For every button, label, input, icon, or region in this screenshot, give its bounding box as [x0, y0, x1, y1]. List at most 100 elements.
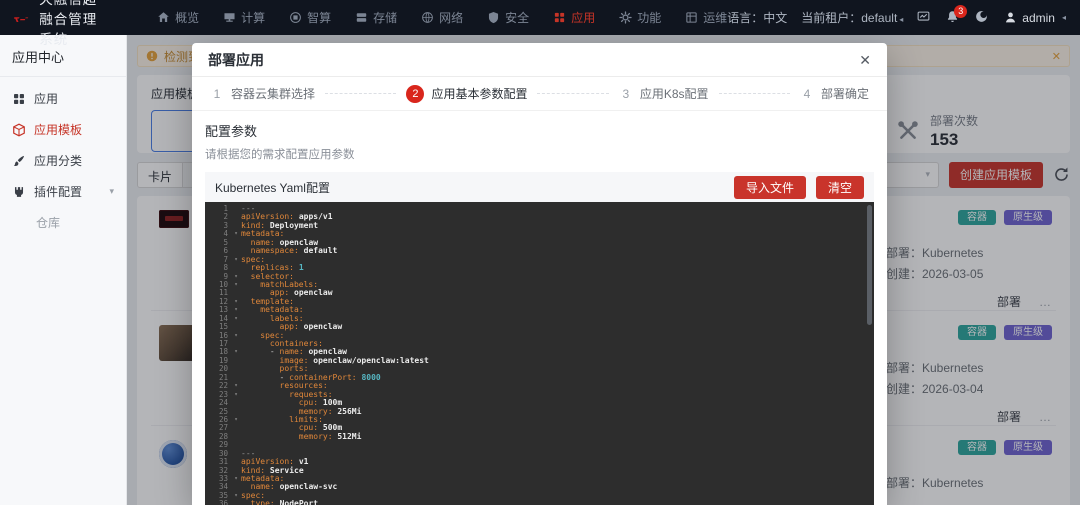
code-line: 34 name: openclaw-svc [205, 483, 874, 491]
topbar-right: 语言：中文 当前租户：default◂ 3 admin ◂ [727, 9, 1066, 26]
top-nav: 概览 计算 智算 存储 网络 安全 应用 功能 运维 [157, 9, 727, 26]
dashboard-icon [917, 10, 930, 23]
fold-icon [231, 374, 241, 382]
fold-icon [231, 467, 241, 475]
step-connector [719, 93, 790, 94]
nav-item-label: 概览 [175, 9, 199, 26]
moon-icon [975, 10, 988, 23]
fold-icon[interactable]: ▾ [231, 492, 241, 500]
monitor-icon [223, 11, 236, 24]
home-icon [157, 11, 170, 24]
step-number: 2 [406, 85, 424, 103]
fold-icon [231, 408, 241, 416]
modal-header: 部署应用 ✕ [192, 43, 887, 77]
storage-icon [355, 11, 368, 24]
code-line: 13▾ metadata: [205, 306, 874, 314]
clear-button[interactable]: 清空 [816, 176, 864, 199]
sidebar-item-app-templates[interactable]: 应用模板 [0, 114, 126, 145]
theme-toggle-button[interactable] [975, 10, 990, 25]
fold-icon[interactable]: ▾ [231, 332, 241, 340]
config-section-subtitle: 请根据您的需求配置应用参数 [205, 146, 874, 162]
fold-icon[interactable]: ▾ [231, 416, 241, 424]
config-section-title: 配置参数 [205, 121, 874, 140]
fold-icon[interactable]: ▾ [231, 348, 241, 356]
brand-title: 天融信超融合管理系统 [39, 0, 105, 48]
sidebar-menu: 应用应用模板应用分类插件配置▾ 仓库 [0, 77, 126, 238]
brand: 天融信超融合管理系统 [14, 0, 105, 48]
nav-item-ops[interactable]: 运维 [685, 9, 727, 26]
notification-bell-button[interactable]: 3 [946, 10, 961, 25]
tenant-selector[interactable]: 当前租户：default◂ [801, 9, 903, 26]
editor-scrollbar[interactable] [867, 205, 872, 325]
modal-body: 配置参数 请根据您的需求配置应用参数 Kubernetes Yaml配置 导入文… [192, 111, 887, 505]
code-line: 8 replicas: 1 [205, 264, 874, 272]
yaml-config-label: Kubernetes Yaml配置 [215, 179, 330, 196]
code-line: 7▾spec: [205, 256, 874, 264]
nav-item-storage[interactable]: 存储 [355, 9, 397, 26]
step-item-3: 3应用K8s配置 [619, 85, 709, 102]
step-label: 部署确定 [821, 85, 869, 102]
code-line: 36 type: NodePort [205, 500, 874, 505]
fold-icon[interactable]: ▾ [231, 315, 241, 323]
sidebar-item-plugin-config[interactable]: 插件配置▾ [0, 176, 126, 207]
fold-icon [231, 323, 241, 331]
language-label[interactable]: 语言：中文 [727, 9, 787, 26]
fold-icon[interactable]: ▾ [231, 391, 241, 399]
caret-icon: ◂ [899, 15, 903, 24]
yaml-editor[interactable]: 1---2apiVersion: apps/v13kind: Deploymen… [205, 202, 874, 505]
fold-icon [231, 365, 241, 373]
fold-icon [231, 500, 241, 505]
user-menu[interactable]: admin ◂ [1004, 11, 1066, 25]
nav-item-network[interactable]: 网络 [421, 9, 463, 26]
brush-icon [12, 154, 26, 168]
yaml-toolbar: Kubernetes Yaml配置 导入文件 清空 [205, 172, 874, 202]
fold-icon[interactable]: ▾ [231, 273, 241, 281]
line-number: 36 [205, 500, 231, 505]
nav-item-security[interactable]: 安全 [487, 9, 529, 26]
nav-item-overview[interactable]: 概览 [157, 9, 199, 26]
nav-item-functions[interactable]: 功能 [619, 9, 661, 26]
step-item-2: 2应用基本参数配置 [406, 85, 527, 103]
step-number: 1 [210, 87, 224, 101]
fold-icon[interactable]: ▾ [231, 281, 241, 289]
caret-icon: ◂ [1062, 13, 1066, 22]
screen: 天融信超融合管理系统 概览计算智算存储网络安全应用功能运维 语言：中文 当前租户… [0, 0, 1080, 505]
fold-icon[interactable]: ▾ [231, 306, 241, 314]
import-file-button[interactable]: 导入文件 [734, 176, 806, 199]
fold-icon [231, 357, 241, 365]
appgrid-icon [12, 92, 26, 106]
code-line: 31apiVersion: v1 [205, 458, 874, 466]
nav-item-apps[interactable]: 应用 [553, 9, 595, 26]
fold-icon[interactable]: ▾ [231, 382, 241, 390]
fold-icon [231, 222, 241, 230]
fold-icon [231, 441, 241, 449]
fold-icon [231, 424, 241, 432]
code-line: 11 app: openclaw [205, 289, 874, 297]
fold-icon [231, 205, 241, 213]
step-connector [537, 93, 608, 94]
nav-item-ai[interactable]: 智算 [289, 9, 331, 26]
dashboard-icon-button[interactable] [917, 10, 932, 25]
modal-close-button[interactable]: ✕ [859, 53, 871, 67]
gear-icon [619, 11, 632, 24]
fold-icon[interactable]: ▾ [231, 230, 241, 238]
code-line: 15 app: openclaw [205, 323, 874, 331]
nav-item-compute[interactable]: 计算 [223, 9, 265, 26]
sidebar-item-label: 应用模板 [34, 121, 82, 138]
fold-icon [231, 264, 241, 272]
fold-icon[interactable]: ▾ [231, 298, 241, 306]
sidebar-item-label: 仓库 [36, 214, 60, 231]
sidebar-item-repository[interactable]: 仓库 [0, 207, 126, 238]
sidebar-item-app-categories[interactable]: 应用分类 [0, 145, 126, 176]
code-text: memory: 512Mi [241, 433, 361, 441]
code-line: 32kind: Service [205, 467, 874, 475]
step-label: 应用K8s配置 [640, 85, 709, 102]
username: admin [1022, 11, 1055, 25]
sidebar-item-apps[interactable]: 应用 [0, 83, 126, 114]
deploy-modal: 部署应用 ✕ 1容器云集群选择2应用基本参数配置3应用K8s配置4部署确定 配置… [192, 43, 887, 505]
fold-icon[interactable]: ▾ [231, 256, 241, 264]
fold-icon [231, 399, 241, 407]
plug-icon [12, 185, 26, 199]
fold-icon[interactable]: ▾ [231, 475, 241, 483]
code-line: 3kind: Deployment [205, 222, 874, 230]
